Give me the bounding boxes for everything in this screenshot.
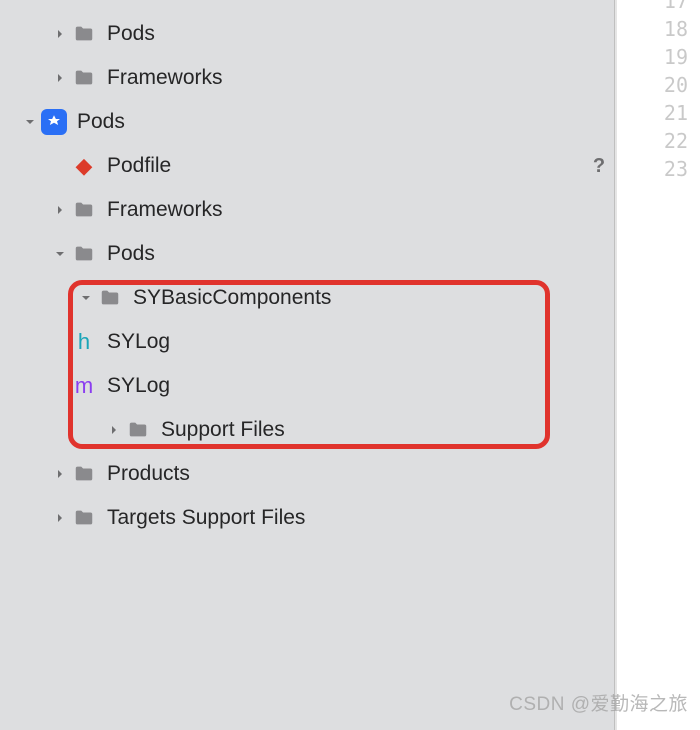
tree-item-label: Products [107,462,584,486]
tree-row[interactable]: Frameworks [0,188,614,232]
folder-icon [96,286,124,310]
tree-item-label: Pods [77,110,584,134]
chevron-right-icon[interactable] [50,204,70,216]
folder-icon [70,462,98,486]
chevron-right-icon[interactable] [50,468,70,480]
tree-row[interactable]: ◆ Podfile? [0,144,614,188]
folder-icon [70,506,98,530]
folder-icon [70,22,98,46]
tree-item-label: Support Files [161,418,584,442]
tree-item-label: Pods [107,242,584,266]
xcode-project-icon [40,110,68,134]
chevron-right-icon[interactable] [50,512,70,524]
folder-icon [70,198,98,222]
line-number: 22 [617,127,688,155]
tree-item-label: Frameworks [107,198,584,222]
line-number: 18 [617,15,688,43]
chevron-right-icon[interactable] [50,28,70,40]
app-window: PodsFrameworksPods◆Podfile?FrameworksPod… [0,0,700,730]
line-number: 23 [617,155,688,183]
folder-icon [70,242,98,266]
folder-icon [124,418,152,442]
project-navigator[interactable]: PodsFrameworksPods◆Podfile?FrameworksPod… [0,0,615,730]
chevron-down-icon[interactable] [20,116,40,128]
tree-item-label: Targets Support Files [107,506,584,530]
tree-item-label: SYLog [107,330,584,354]
line-number: 20 [617,71,688,99]
tree-row[interactable]: Products [0,452,614,496]
header-file-icon: h [70,330,98,354]
file-tree[interactable]: PodsFrameworksPods◆Podfile?FrameworksPod… [0,0,614,540]
tree-row[interactable]: Frameworks [0,56,614,100]
tree-row[interactable]: Pods [0,232,614,276]
tree-item-label: SYBasicComponents [133,286,584,310]
chevron-right-icon[interactable] [104,424,124,436]
tree-row[interactable]: SYBasicComponents [0,276,614,320]
chevron-down-icon[interactable] [50,248,70,260]
tree-item-label: SYLog [107,374,584,398]
tree-item-label: Frameworks [107,66,584,90]
tree-item-label: Pods [107,22,584,46]
ruby-file-icon: ◆ [70,154,98,178]
line-number: 19 [617,43,688,71]
folder-icon [70,66,98,90]
vcs-status-badge: ? [584,155,614,178]
line-number: 21 [617,99,688,127]
impl-file-icon: m [70,374,98,398]
chevron-right-icon[interactable] [50,72,70,84]
tree-row[interactable]: h SYLog [0,320,614,364]
tree-item-label: Podfile [107,154,584,178]
tree-row[interactable]: Support Files [0,408,614,452]
editor-gutter: 17181920212223 [615,0,700,730]
line-number: 17 [617,0,688,15]
tree-row[interactable]: Pods [0,12,614,56]
tree-row[interactable]: Targets Support Files [0,496,614,540]
tree-row[interactable]: Pods [0,100,614,144]
chevron-down-icon[interactable] [76,292,96,304]
tree-row[interactable]: m SYLog [0,364,614,408]
